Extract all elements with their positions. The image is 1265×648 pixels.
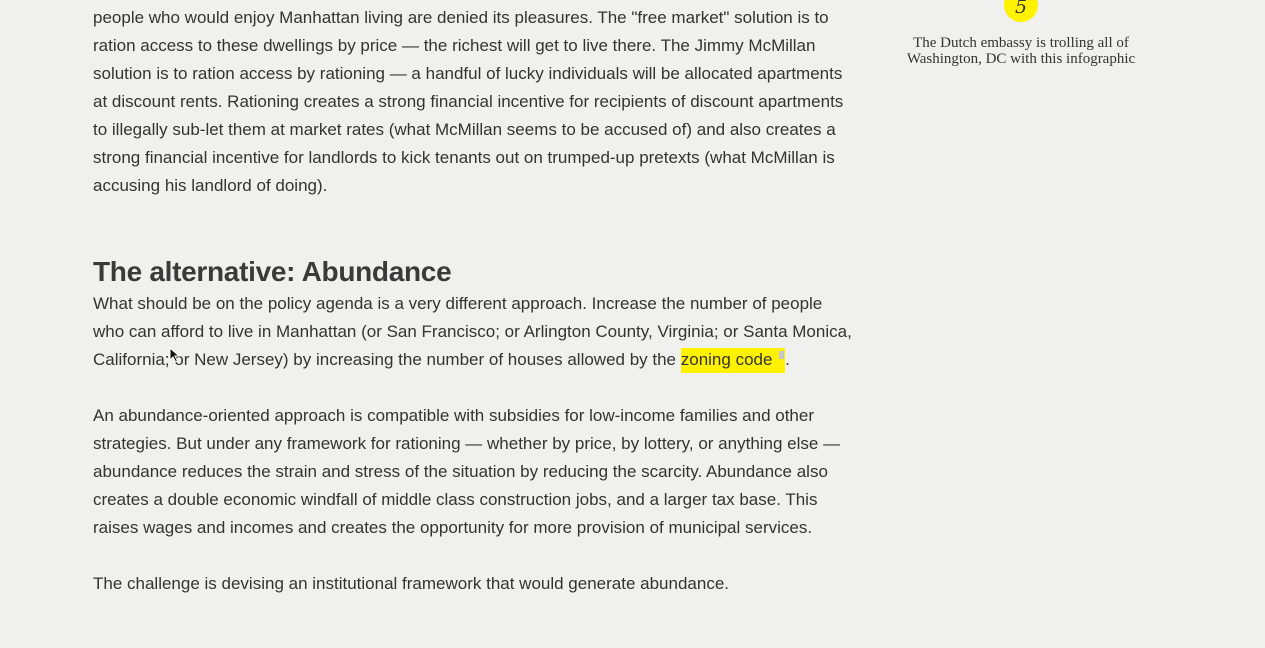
article-body: people who would enjoy Manhattan living …: [93, 4, 853, 598]
rank-badge: 5: [1004, 0, 1038, 22]
zoning-code-link[interactable]: zoning code: [680, 348, 786, 373]
abundance-paragraph: What should be on the policy agenda is a…: [93, 290, 853, 374]
approach-paragraph: An abundance-oriented approach is compat…: [93, 406, 841, 537]
challenge-paragraph: The challenge is devising an institution…: [93, 574, 730, 593]
sidebar-caption[interactable]: The Dutch embassy is trolling all of Was…: [895, 35, 1147, 67]
mouse-pointer-icon: [169, 347, 181, 363]
period: .: [785, 350, 790, 369]
intro-paragraph: people who would enjoy Manhattan living …: [93, 8, 844, 195]
page: people who would enjoy Manhattan living …: [0, 0, 1265, 648]
annotation-marker-icon: [779, 351, 785, 359]
zoning-code-label: zoning code: [680, 350, 773, 369]
section-heading: The alternative: Abundance: [93, 256, 452, 287]
